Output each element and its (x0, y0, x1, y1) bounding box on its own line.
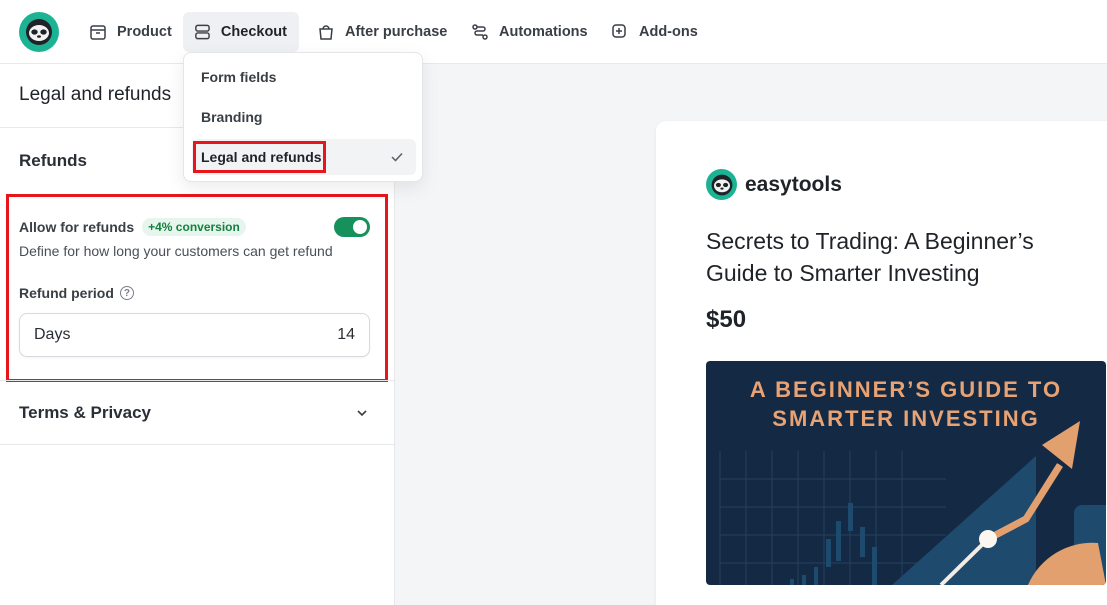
menu-item-branding[interactable]: Branding (192, 99, 416, 135)
sloth-logo-icon (706, 169, 737, 200)
brand-name: easytools (745, 172, 842, 196)
checkout-icon (195, 24, 210, 40)
tab-checkout[interactable]: Checkout (183, 12, 299, 52)
check-icon (391, 152, 403, 162)
tab-automations[interactable]: Automations (460, 12, 600, 52)
menu-item-label: Branding (201, 109, 263, 125)
menu-item-label: Form fields (201, 69, 277, 85)
tab-label: Automations (499, 24, 588, 40)
tab-label: Add-ons (639, 24, 698, 40)
automation-icon (472, 24, 488, 40)
refund-period-input[interactable]: Days 14 (19, 313, 370, 357)
product-cover-image: A BEGINNER’S GUIDE TO SMARTER INVESTING (706, 361, 1106, 585)
refund-period-label: Refund period ? (19, 285, 134, 301)
allow-refunds-label: Allow for refunds +4% conversion (19, 218, 246, 236)
period-unit: Days (34, 326, 71, 343)
top-nav: Product Checkout After purchase Automati… (0, 0, 1107, 64)
allow-refunds-text: Allow for refunds (19, 219, 135, 235)
chevron-down-icon[interactable] (355, 406, 369, 420)
checkout-dropdown-menu: Form fields Branding Legal and refunds (183, 52, 423, 182)
divider (0, 380, 394, 381)
help-icon[interactable]: ? (119, 286, 134, 300)
conversion-badge: +4% conversion (142, 218, 246, 236)
terms-section-title[interactable]: Terms & Privacy (19, 403, 151, 423)
divider (0, 444, 394, 445)
allow-refunds-toggle[interactable] (334, 217, 370, 237)
page-title: Legal and refunds (19, 84, 172, 105)
tab-add-ons[interactable]: Add-ons (600, 12, 710, 52)
checkout-preview-card: easytools Secrets to Trading: A Beginner… (656, 121, 1107, 605)
refunds-description: Define for how long your customers can g… (19, 243, 333, 259)
period-value[interactable]: 14 (337, 326, 355, 344)
refunds-section-title[interactable]: Refunds (19, 151, 87, 171)
toggle-knob (353, 220, 367, 234)
tab-label: Product (117, 24, 172, 40)
menu-item-form-fields[interactable]: Form fields (192, 59, 416, 95)
product-title: Secrets to Trading: A Beginner’s Guide t… (706, 228, 1034, 286)
brand: easytools (706, 169, 842, 200)
box-icon (90, 25, 106, 40)
tab-label: After purchase (345, 24, 448, 40)
product-price: $50 (706, 306, 747, 333)
tab-after-purchase[interactable]: After purchase (306, 12, 459, 52)
highlight-box (193, 141, 326, 173)
chart-illustration (719, 421, 1106, 585)
tab-product[interactable]: Product (78, 12, 184, 52)
tab-label: Checkout (220, 24, 287, 40)
refund-period-text: Refund period (19, 285, 114, 301)
addon-icon (612, 24, 626, 38)
bag-icon (319, 25, 333, 40)
sloth-logo-icon[interactable] (19, 12, 59, 52)
